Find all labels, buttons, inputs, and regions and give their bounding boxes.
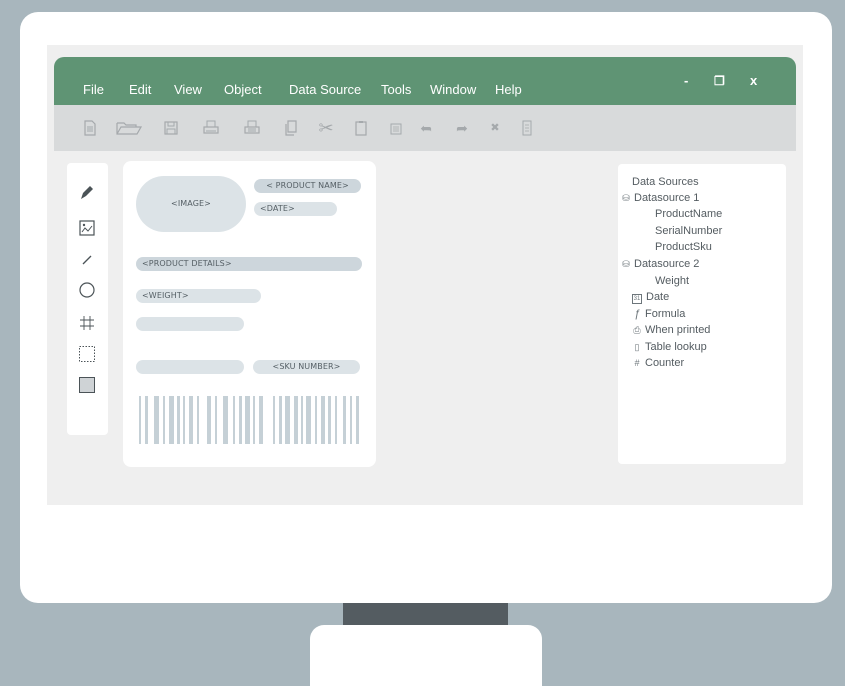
tree-item-label: Datasource 1 <box>634 192 700 204</box>
redo-icon[interactable]: ➦ <box>453 119 471 137</box>
maximize-button[interactable]: ❐ <box>714 74 725 88</box>
tree-item-label: Formula <box>645 308 686 320</box>
save-icon[interactable] <box>162 119 180 137</box>
toolbar: ✂ ➦ ➦ ✖ <box>54 105 796 151</box>
table-icon: ▯ <box>634 342 640 352</box>
tool-palette <box>67 163 108 435</box>
circle-icon[interactable] <box>78 281 96 299</box>
tree-item-label: Date <box>646 291 670 303</box>
delete-icon[interactable]: ✖ <box>486 119 504 137</box>
empty-field[interactable] <box>136 317 244 331</box>
menu-view[interactable]: View <box>174 83 202 97</box>
menu-object[interactable]: Object <box>224 83 262 97</box>
pen-icon[interactable] <box>78 183 96 201</box>
formula-icon: ƒ <box>633 308 641 320</box>
undo-icon[interactable]: ➦ <box>417 119 435 137</box>
tree-item-label: When printed <box>645 324 711 336</box>
product-details-field[interactable]: <PRODUCT DETAILS> <box>136 257 362 271</box>
date-field[interactable]: <DATE> <box>254 202 337 216</box>
counter-icon: # <box>634 358 640 368</box>
monitor-stand-neck <box>343 603 508 625</box>
copy-icon[interactable] <box>282 119 300 137</box>
tree-item-weight[interactable]: Weight <box>655 275 689 288</box>
tree-item-counter[interactable]: # Counter <box>621 357 684 370</box>
product-name-field[interactable]: < PRODUCT NAME> <box>254 179 361 193</box>
database-icon: ⛁ <box>622 193 630 203</box>
title-bar: File Edit View Object Data Source Tools … <box>54 57 796 105</box>
minimize-button[interactable]: - <box>684 74 688 88</box>
monitor-stand-base <box>310 625 542 686</box>
calendar-icon: 31 <box>632 294 642 304</box>
menu-window[interactable]: Window <box>430 83 476 97</box>
print-preview-icon[interactable] <box>243 119 261 137</box>
menu-edit[interactable]: Edit <box>129 83 151 97</box>
tree-item-serialnumber[interactable]: SerialNumber <box>655 225 722 238</box>
database-icon: ⛁ <box>622 259 630 269</box>
tree-item-label: Table lookup <box>645 341 707 353</box>
filled-rectangle-icon[interactable] <box>78 376 96 394</box>
tree-item-label: Datasource 2 <box>634 258 700 270</box>
tree-item-productname[interactable]: ProductName <box>655 208 722 221</box>
tree-item-productsku[interactable]: ProductSku <box>655 241 712 254</box>
tree-item-when-printed[interactable]: ⎙ When printed <box>621 324 710 337</box>
menu-file[interactable]: File <box>83 83 104 97</box>
menu-data-source[interactable]: Data Source <box>289 83 361 97</box>
paste-icon[interactable] <box>352 119 370 137</box>
dotted-rectangle-icon[interactable] <box>78 345 96 363</box>
menu-tools[interactable]: Tools <box>381 83 411 97</box>
close-button[interactable]: x <box>750 74 757 88</box>
grid-icon[interactable] <box>78 314 96 332</box>
image-placeholder[interactable]: <IMAGE> <box>136 176 246 232</box>
data-sources-panel: Data Sources ⛁ Datasource 1 ProductName S… <box>618 164 786 464</box>
tree-item-datasource-1[interactable]: ⛁ Datasource 1 <box>621 192 699 205</box>
menu-help[interactable]: Help <box>495 83 522 97</box>
tree-item-date[interactable]: 31 Date <box>621 291 669 304</box>
weight-field[interactable]: <WEIGHT> <box>136 289 261 303</box>
print-icon[interactable] <box>202 119 220 137</box>
paste-special-icon[interactable] <box>387 119 405 137</box>
image-icon[interactable] <box>78 219 96 237</box>
tree-item-label: Counter <box>645 357 685 369</box>
data-sources-title: Data Sources <box>632 176 699 188</box>
sku-number-field[interactable]: <SKU NUMBER> <box>253 360 360 374</box>
tree-item-datasource-2[interactable]: ⛁ Datasource 2 <box>621 258 699 271</box>
open-folder-icon[interactable] <box>116 119 142 137</box>
label-canvas[interactable]: <IMAGE> < PRODUCT NAME> <DATE> <PRODUCT … <box>123 161 376 467</box>
empty-field[interactable] <box>136 360 244 374</box>
cut-icon[interactable]: ✂ <box>317 119 335 137</box>
barcode[interactable] <box>139 396 359 444</box>
properties-icon[interactable] <box>518 119 536 137</box>
new-document-icon[interactable] <box>81 119 99 137</box>
printer-icon: ⎙ <box>633 325 641 335</box>
tree-item-formula[interactable]: ƒ Formula <box>621 308 685 321</box>
tree-item-table-lookup[interactable]: ▯ Table lookup <box>621 341 707 354</box>
line-icon[interactable] <box>78 251 96 269</box>
